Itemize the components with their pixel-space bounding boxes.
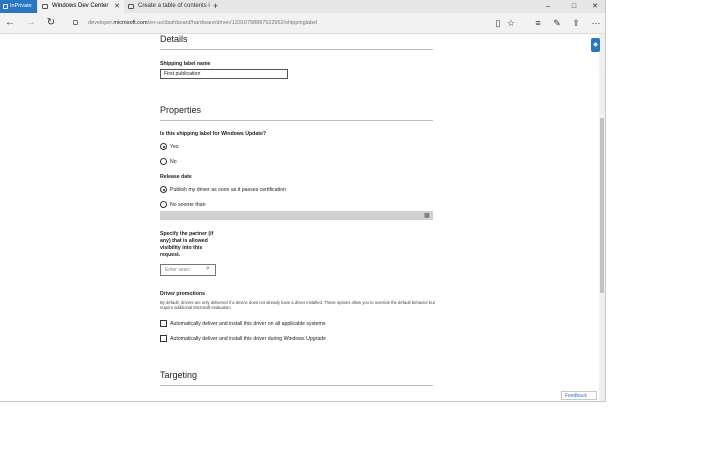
- inprivate-badge: InPrivate: [0, 0, 37, 13]
- page-icon: [128, 4, 134, 9]
- reading-view-icon[interactable]: ▯: [492, 13, 504, 33]
- search-icon[interactable]: ⌕: [206, 265, 210, 273]
- favorites-star-icon[interactable]: ☆: [505, 13, 517, 33]
- date-picker-field[interactable]: [160, 211, 433, 220]
- partner-label-line: request.: [160, 252, 181, 258]
- tab-bar: InPrivate Windows Dev Center ✕ Create a …: [0, 0, 605, 13]
- inprivate-icon: [3, 4, 8, 9]
- partner-visibility-label: Specify the partner (if any) that is all…: [160, 231, 213, 259]
- partner-label-line: any) that is allowed: [160, 238, 208, 244]
- page-icon: [42, 4, 48, 9]
- close-tab-icon[interactable]: ✕: [114, 0, 120, 13]
- calendar-icon[interactable]: ▦: [424, 212, 430, 219]
- release-date-label: Release date: [160, 174, 192, 180]
- close-window-button[interactable]: ✕: [584, 0, 605, 13]
- tab-create-toc[interactable]: Create a table of contents ir: [124, 0, 210, 13]
- scrollbar-thumb[interactable]: [600, 118, 604, 293]
- web-note-icon[interactable]: ✎: [551, 13, 563, 33]
- url-domain: microsoft.com: [113, 20, 148, 26]
- divider: [160, 49, 433, 50]
- wu-no-radio[interactable]: [160, 158, 167, 165]
- no-sooner-than-radio[interactable]: [160, 201, 167, 208]
- windows-update-question: Is this shipping label for Windows Updat…: [160, 131, 267, 137]
- url-prefix: developer.: [88, 20, 114, 26]
- divider: [160, 385, 433, 386]
- deliver-all-systems-checkbox[interactable]: [160, 320, 167, 327]
- tab-windows-dev-center[interactable]: Windows Dev Center ✕: [38, 0, 124, 13]
- publish-asap-radio[interactable]: [160, 186, 167, 193]
- properties-heading: Properties: [160, 105, 202, 115]
- wu-yes-label: Yes: [170, 144, 179, 150]
- shipping-label-name-label: Shipping label name: [160, 61, 211, 67]
- shipping-label-name-input[interactable]: First publication: [160, 69, 288, 79]
- more-icon[interactable]: ⋯: [590, 13, 602, 33]
- tab-title: Create a table of contents ir: [138, 3, 210, 9]
- url-path: /en-us/dashboard/hardware/driver/1331079…: [147, 20, 318, 26]
- partner-label-line: visibility into this: [160, 245, 203, 251]
- partner-label-line: Specify the partner (if: [160, 231, 214, 237]
- wu-no-label: No: [170, 159, 177, 165]
- divider: [160, 120, 433, 121]
- targeting-heading: Targeting: [160, 370, 198, 380]
- side-panel-icon[interactable]: ◆: [591, 38, 600, 52]
- share-icon[interactable]: ⇪: [570, 13, 582, 33]
- publish-asap-label: Publish my driver as soon as it passes c…: [170, 187, 286, 193]
- maximize-button[interactable]: □: [563, 0, 585, 13]
- deliver-windows-upgrade-label: Automatically deliver and install this d…: [170, 336, 326, 342]
- lock-icon: [73, 20, 78, 25]
- hub-icon[interactable]: ≡: [532, 13, 544, 33]
- wu-yes-radio[interactable]: [160, 143, 167, 150]
- deliver-all-systems-label: Automatically deliver and install this d…: [170, 321, 326, 327]
- deliver-windows-upgrade-checkbox[interactable]: [160, 335, 167, 342]
- inprivate-label: InPrivate: [10, 3, 32, 9]
- refresh-button[interactable]: ↻: [44, 13, 58, 33]
- forward-button[interactable]: →: [24, 13, 38, 33]
- navigation-bar: ← → ↻ developer.microsoft.com/en-us/dash…: [0, 13, 605, 34]
- feedback-button[interactable]: Feedback: [561, 391, 597, 400]
- browser-window: InPrivate Windows Dev Center ✕ Create a …: [0, 0, 606, 402]
- minimize-button[interactable]: –: [537, 0, 559, 13]
- tab-title: Windows Dev Center: [52, 3, 109, 9]
- back-button[interactable]: ←: [3, 13, 17, 33]
- new-tab-button[interactable]: +: [213, 0, 218, 13]
- details-heading: Details: [160, 34, 188, 44]
- feedback-label: Feedback: [565, 393, 587, 399]
- driver-promotions-description: By default, drivers are only delivered i…: [160, 300, 435, 310]
- address-bar[interactable]: developer.microsoft.com/en-us/dashboard/…: [88, 13, 317, 33]
- no-sooner-than-label: No sooner than: [170, 202, 206, 208]
- driver-promotions-label: Driver promotions: [160, 291, 205, 297]
